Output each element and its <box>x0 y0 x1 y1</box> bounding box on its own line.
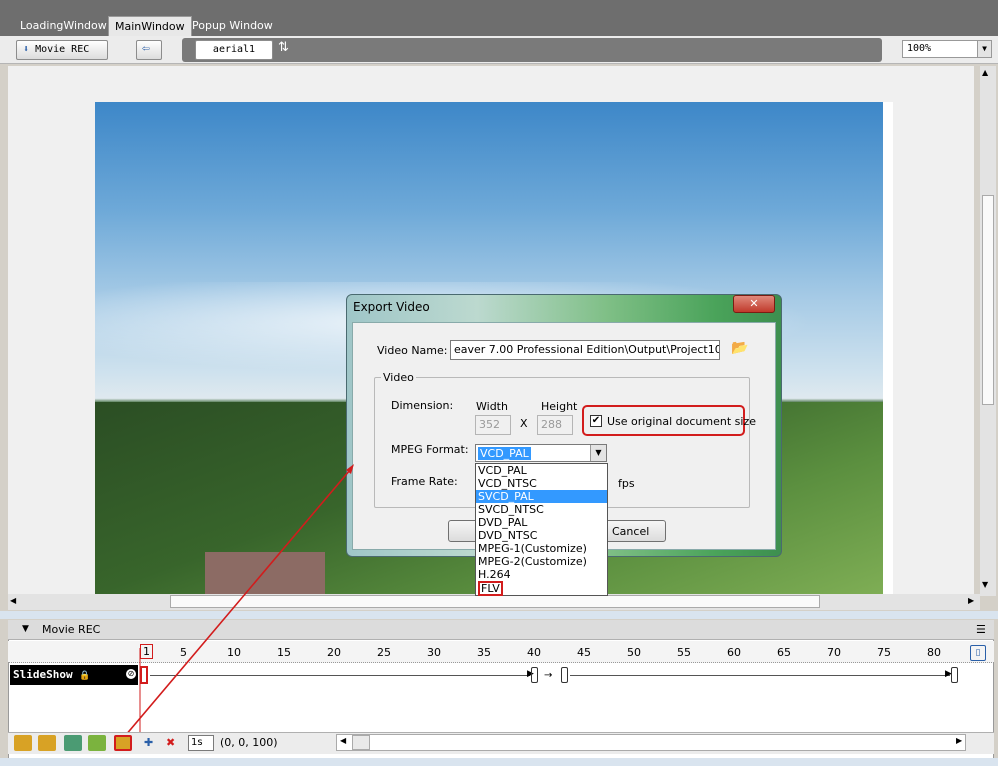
annotation-arrow <box>124 464 354 737</box>
duration-field[interactable]: 1s <box>188 735 214 751</box>
coords-readout: (0, 0, 100) <box>220 736 278 749</box>
delete-frame-icon[interactable] <box>38 735 56 751</box>
add-frame-icon[interactable] <box>14 735 32 751</box>
timeline-scroll-thumb[interactable] <box>352 735 370 750</box>
add-layer-icon[interactable]: ✚ <box>144 736 153 749</box>
scroll-right-icon[interactable]: ▶ <box>956 736 962 745</box>
delete-layer-icon[interactable]: ✖ <box>166 736 175 749</box>
status-bar <box>0 758 998 766</box>
timeline-hscroll[interactable] <box>336 734 966 751</box>
insert-frame-icon[interactable] <box>88 735 106 751</box>
movie-rec-icon[interactable] <box>114 735 132 751</box>
scroll-left-icon[interactable]: ◀ <box>340 736 346 745</box>
frame-properties-icon[interactable] <box>64 735 82 751</box>
